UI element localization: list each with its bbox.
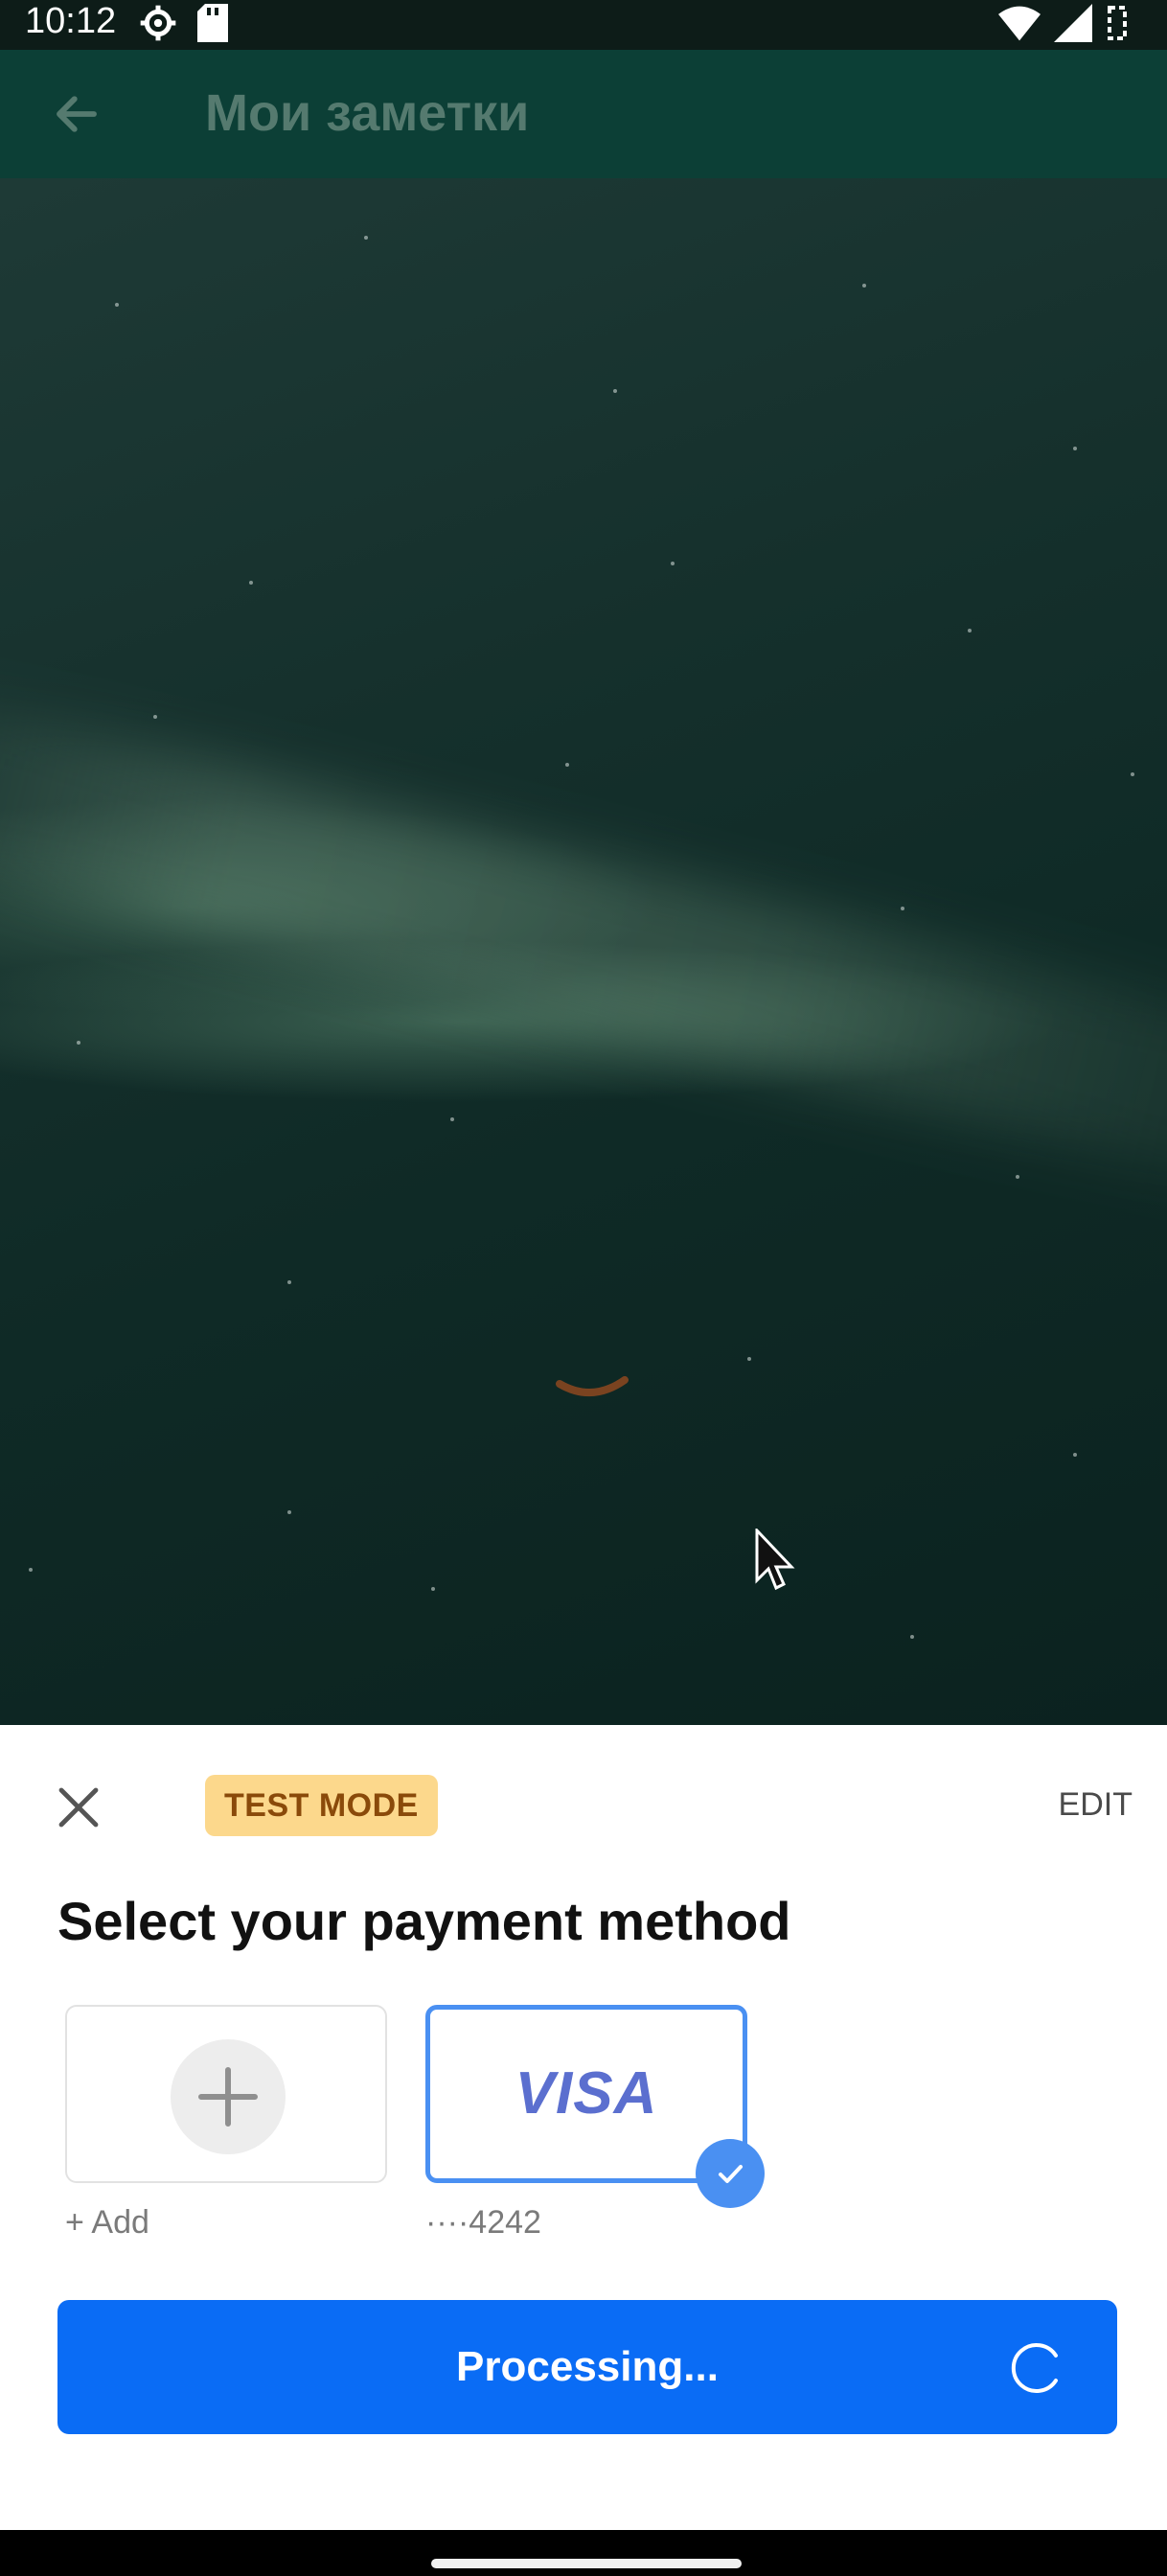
wifi-icon (998, 6, 1041, 41)
selected-check-icon (696, 2139, 765, 2208)
add-card-label: + Add (65, 2204, 149, 2241)
loading-spinner-icon (556, 1376, 629, 1397)
close-icon[interactable] (56, 1784, 102, 1830)
settings-icon (140, 5, 176, 41)
status-bar: 10:12 (0, 0, 1167, 50)
add-circle (171, 2039, 286, 2154)
sd-card-icon (197, 4, 228, 42)
app-bar: Мои заметки (0, 50, 1167, 178)
back-arrow-icon[interactable] (48, 88, 105, 140)
payment-sheet: TEST MODE EDIT Select your payment metho… (0, 1725, 1167, 2530)
home-indicator[interactable] (431, 2559, 742, 2568)
status-time: 10:12 (25, 1, 117, 41)
spinner-icon (1011, 2343, 1058, 2393)
mouse-cursor-icon (755, 1529, 795, 1591)
signal-icon (1054, 4, 1092, 42)
visa-card-label: ····4242 (425, 2204, 541, 2241)
app-title: Мои заметки (205, 84, 530, 142)
visa-logo: VISA (515, 2060, 658, 2127)
processing-label: Processing... (456, 2343, 719, 2390)
navigation-bar (0, 2530, 1167, 2576)
processing-button[interactable]: Processing... (57, 2300, 1117, 2434)
background-image (0, 178, 1167, 1725)
add-payment-card[interactable] (65, 2005, 387, 2183)
battery-icon (1108, 6, 1127, 40)
test-mode-badge: TEST MODE (205, 1775, 438, 1836)
sheet-title: Select your payment method (57, 1891, 791, 1951)
plus-icon (198, 2067, 258, 2127)
aurora-band (0, 673, 1167, 1227)
edit-button[interactable]: EDIT (1059, 1786, 1133, 1824)
